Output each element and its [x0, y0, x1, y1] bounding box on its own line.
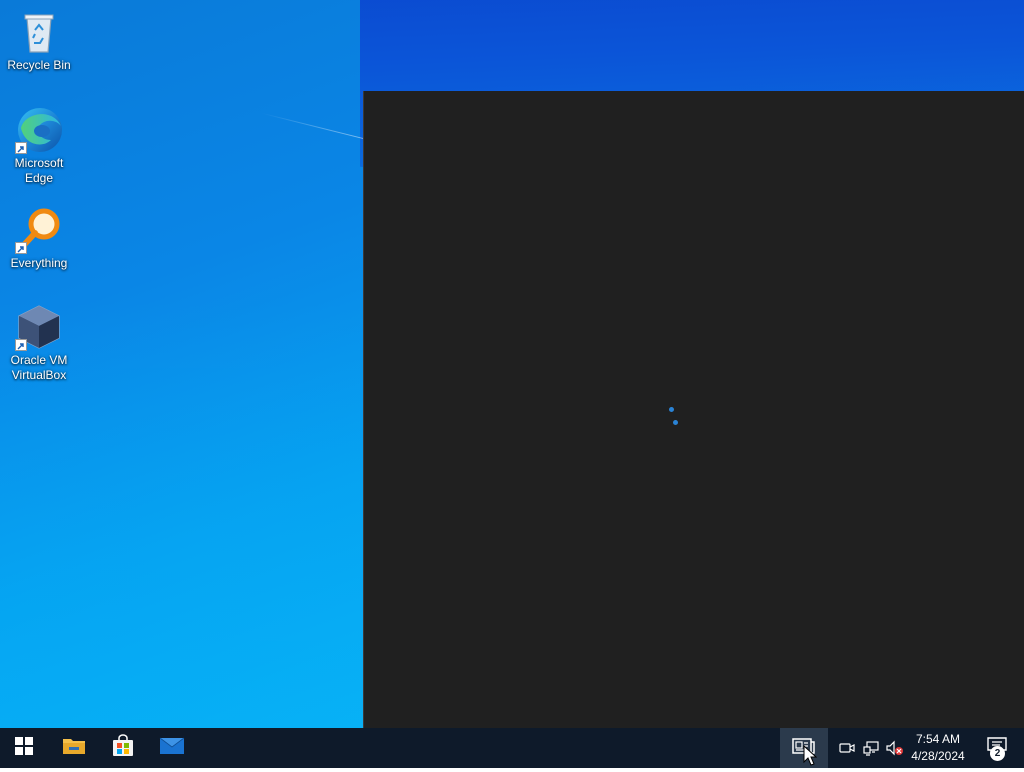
- desktop-icon-microsoft-edge[interactable]: Microsoft Edge: [1, 106, 77, 186]
- desktop-icon-label: Microsoft Edge: [14, 156, 64, 185]
- news-and-interests-panel[interactable]: [364, 91, 1024, 728]
- desktop-icon-everything[interactable]: Everything: [1, 206, 77, 271]
- edge-icon: [15, 106, 63, 154]
- shortcut-arrow-icon: [15, 142, 27, 154]
- windows-logo-icon: [15, 736, 33, 760]
- notification-count-badge: 2: [990, 746, 1005, 761]
- taskbar-mail-button[interactable]: [148, 728, 196, 768]
- start-button[interactable]: [0, 728, 48, 768]
- volume-muted-icon[interactable]: [886, 740, 903, 756]
- clock-date: 4/28/2024: [911, 749, 965, 763]
- desktop-icon-label: Everything: [10, 256, 68, 270]
- taskbar-file-explorer-button[interactable]: [50, 728, 98, 768]
- clock-time: 7:54 AM: [915, 732, 961, 746]
- network-icon[interactable]: [863, 740, 879, 756]
- everything-icon: [15, 206, 63, 254]
- recycle-bin-icon: [15, 8, 63, 56]
- desktop-icon-label: Oracle VM VirtualBox: [10, 353, 68, 382]
- store-icon: [111, 733, 135, 763]
- desktop-icon-oracle-vm-virtualbox[interactable]: Oracle VM VirtualBox: [1, 303, 77, 383]
- meet-now-icon[interactable]: [839, 740, 855, 756]
- spinner-dot: [673, 420, 678, 425]
- shortcut-arrow-icon: [15, 339, 27, 351]
- taskbar-clock[interactable]: 7:54 AM 4/28/2024: [904, 731, 972, 765]
- desktop-icon-recycle-bin[interactable]: Recycle Bin: [1, 8, 77, 73]
- shortcut-arrow-icon: [15, 242, 27, 254]
- folder-icon: [62, 736, 86, 761]
- wallpaper-light-streak: [261, 112, 369, 141]
- desktop-icon-label: Recycle Bin: [7, 58, 71, 72]
- mail-icon: [159, 736, 185, 761]
- virtualbox-icon: [15, 303, 63, 351]
- taskbar-microsoft-store-button[interactable]: [99, 728, 147, 768]
- taskbar: 7:54 AM 4/28/2024: [0, 728, 1024, 768]
- spinner-dot: [669, 407, 674, 412]
